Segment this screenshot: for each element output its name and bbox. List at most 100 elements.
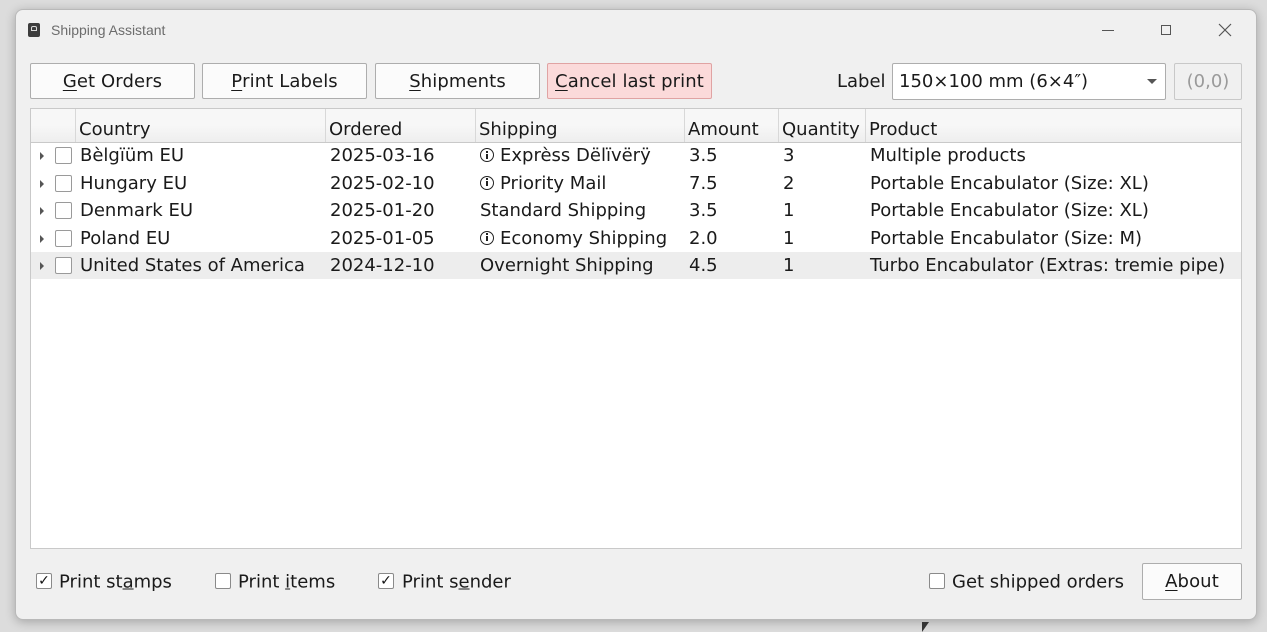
print-items-text-a: Print [238, 571, 286, 593]
print-items-label: Print items [238, 572, 335, 593]
title-bar[interactable]: Shipping Assistant [16, 10, 1256, 50]
minimize-button[interactable] [1085, 16, 1131, 44]
print-items-checkbox[interactable] [215, 573, 231, 589]
cell-amount: 3.5 [689, 197, 718, 224]
label-caption: Label [837, 71, 886, 92]
cell-quantity: 1 [783, 197, 794, 224]
cell-country: Denmark EU [80, 197, 193, 224]
row-checkbox[interactable] [55, 229, 72, 247]
row-checkbox[interactable] [55, 147, 72, 164]
column-header-shipping[interactable]: Shipping [475, 109, 684, 142]
cell-amount: 4.5 [689, 252, 718, 279]
shipping-text: Economy Shipping [500, 227, 668, 249]
quantity-text: 1 [783, 200, 795, 221]
ordered-text: 2025-03-16 [330, 145, 435, 166]
row-checkbox[interactable] [55, 202, 72, 219]
row-checkbox[interactable] [55, 174, 72, 192]
shipping-text: Exprèss Dëlïvërÿ [500, 145, 651, 166]
expand-arrow-icon[interactable] [40, 234, 44, 243]
app-icon [28, 23, 40, 37]
label-size-select[interactable]: 150×100 mm (6×4″) [892, 63, 1166, 100]
cell-product: Turbo Encabulator (Extras: tremie pipe) [870, 252, 1225, 279]
maximize-icon [1161, 25, 1171, 35]
column-header-ordered[interactable]: Ordered [325, 109, 475, 142]
table-row[interactable]: Denmark EU 2025-01-20 Standard Shipping 3.5… [31, 197, 1241, 224]
print-labels-button[interactable]: Print Labels [202, 63, 367, 99]
close-icon [1218, 23, 1232, 37]
amount-text: 3.5 [689, 145, 718, 166]
cell-shipping: Economy Shipping [480, 225, 667, 252]
close-button[interactable] [1202, 16, 1248, 44]
cell-quantity: 1 [783, 252, 794, 279]
quantity-text: 3 [783, 145, 795, 166]
quantity-text: 2 [783, 172, 795, 194]
minimize-icon [1102, 29, 1114, 31]
country-text: Bèlgïüm EU [80, 145, 185, 166]
table-row[interactable]: Poland EU 2025-01-05 Economy Shipping 2.0 1 P… [31, 225, 1241, 252]
column-header-product[interactable]: Product [865, 109, 1241, 142]
cell-amount: 2.0 [689, 225, 718, 252]
info-icon [480, 230, 494, 245]
product-text: Portable Encabulator (Size: XL) [870, 172, 1149, 194]
product-text: Multiple products [870, 145, 1026, 166]
mouse-cursor-icon [922, 622, 929, 632]
about-label: bout [1177, 571, 1219, 592]
print-labels-label: rint Labels [242, 70, 338, 92]
cell-country: Bèlgïüm EU [80, 142, 184, 169]
table-row[interactable]: Bèlgïüm EU 2025-03-16 Exprèss Dëlïvërÿ 3.5 3… [31, 142, 1241, 169]
column-header-quantity[interactable]: Quantity [778, 109, 865, 142]
shipments-button[interactable]: Shipments [375, 63, 540, 99]
print-sender-checkbox[interactable]: ✓ [378, 573, 394, 589]
cell-shipping: Priority Mail [480, 170, 606, 197]
print-sender-text-a: Print s [402, 571, 459, 593]
print-sender-label: Print sender [402, 572, 511, 593]
ordered-text: 2025-02-10 [330, 172, 435, 194]
row-checkbox[interactable] [55, 257, 72, 274]
column-header-country[interactable]: Country [75, 109, 325, 142]
country-text: United States of America [80, 255, 305, 276]
product-text: Turbo Encabulator (Extras: tremie pipe) [870, 255, 1226, 276]
amount-text: 4.5 [689, 255, 718, 276]
print-labels-mnemonic: P [231, 70, 243, 92]
checkmark-icon: ✓ [38, 573, 50, 589]
cell-ordered: 2025-01-05 [330, 225, 435, 252]
expand-arrow-icon[interactable] [40, 152, 44, 160]
cell-ordered: 2024-12-10 [330, 252, 435, 279]
print-sender-text-b: nder [469, 571, 511, 593]
table-header: Country Ordered Shipping Amount Quantity… [31, 109, 1241, 143]
orders-table[interactable]: Country Ordered Shipping Amount Quantity… [30, 108, 1242, 549]
get-orders-button[interactable]: Get Orders [30, 63, 195, 99]
expand-arrow-icon[interactable] [40, 179, 44, 188]
cell-amount: 3.5 [689, 142, 718, 169]
print-sender-mnemonic: e [458, 571, 470, 593]
info-icon [480, 148, 494, 162]
country-text: Poland EU [80, 227, 171, 249]
window-title: Shipping Assistant [51, 22, 166, 38]
cancel-mnemonic: C [555, 70, 568, 92]
print-stamps-checkbox[interactable]: ✓ [36, 573, 52, 589]
cell-ordered: 2025-02-10 [330, 170, 435, 197]
print-items-text-b: tems [290, 571, 336, 593]
expand-arrow-icon[interactable] [40, 207, 44, 215]
cell-product: Portable Encabulator (Size: XL) [870, 170, 1149, 197]
chevron-down-icon [1147, 79, 1157, 84]
cell-ordered: 2025-01-20 [330, 197, 435, 224]
about-button[interactable]: About [1142, 563, 1242, 600]
table-row[interactable]: United States of America 2024-12-10 Overni… [31, 252, 1241, 279]
maximize-button[interactable] [1143, 16, 1189, 44]
column-header-amount[interactable]: Amount [684, 109, 778, 142]
expand-arrow-icon[interactable] [40, 262, 44, 270]
get-shipped-orders-label: Get shipped orders [952, 571, 1125, 593]
offset-field: (0,0) [1174, 63, 1242, 100]
table-row[interactable]: Hungary EU 2025-02-10 Priority Mail 7.5 2 Por… [31, 170, 1241, 197]
print-stamps-mnemonic: a [122, 571, 134, 593]
ordered-text: 2024-12-10 [330, 255, 435, 276]
cancel-last-print-button[interactable]: Cancel last print [547, 63, 712, 99]
get-shipped-orders-checkbox[interactable] [929, 573, 945, 589]
shipping-text: Overnight Shipping [480, 255, 654, 276]
cell-amount: 7.5 [689, 170, 718, 197]
shipping-text: Standard Shipping [480, 200, 647, 221]
amount-text: 3.5 [689, 200, 718, 221]
print-stamps-text-a: Print st [59, 571, 123, 593]
cell-quantity: 2 [783, 170, 794, 197]
